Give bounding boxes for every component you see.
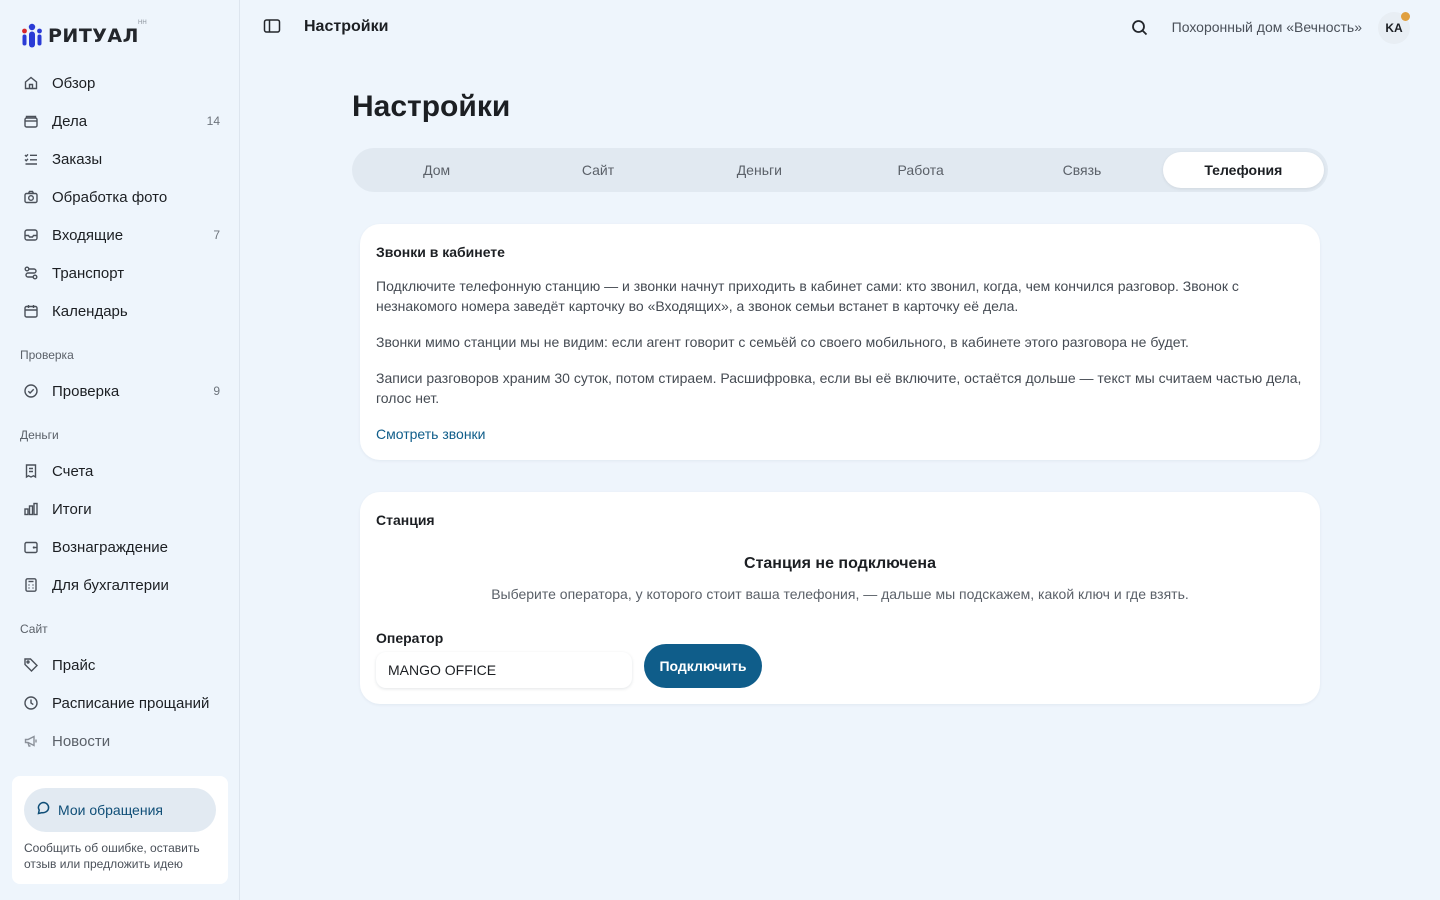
tab-telephony[interactable]: Телефония — [1162, 152, 1324, 188]
route-icon — [22, 264, 40, 282]
operator-select-value: MANGO OFFICE — [388, 662, 497, 678]
home-icon — [22, 74, 40, 92]
folder-stack-icon — [22, 112, 40, 130]
connect-button[interactable]: Подключить — [644, 644, 762, 688]
sidebar-item-farewell-schedule[interactable]: Расписание прощаний — [12, 686, 228, 720]
calls-card-paragraph-2: Звонки мимо станции мы не видим: если аг… — [376, 334, 1189, 350]
org-switcher[interactable]: Похоронный дом «Вечность» — [1172, 19, 1362, 35]
sidebar-item-calendar[interactable]: Календарь — [12, 294, 228, 328]
logo-icon — [20, 23, 44, 49]
view-calls-link[interactable]: Смотреть звонки — [376, 426, 486, 442]
sidebar-item-photo-processing[interactable]: Обработка фото — [12, 180, 228, 214]
sidebar-item-inbox[interactable]: Входящие 7 — [12, 218, 228, 252]
sidebar-item-label: Транспорт — [52, 264, 125, 282]
inbox-icon — [22, 226, 40, 244]
sidebar-item-invoices[interactable]: Счета — [12, 454, 228, 488]
bar-chart-icon — [22, 500, 40, 518]
my-requests-button[interactable]: Мои обращения — [24, 788, 216, 832]
sidebar-item-transport[interactable]: Транспорт — [12, 256, 228, 290]
operator-select[interactable]: MANGO OFFICE — [376, 652, 632, 688]
sidebar-section-money: Деньги — [20, 428, 59, 442]
checklist-icon — [22, 150, 40, 168]
sidebar-item-label: Для бухгалтерии — [52, 576, 169, 594]
megaphone-icon — [22, 732, 40, 750]
sidebar-item-label: Счета — [52, 462, 94, 480]
tab-home[interactable]: Дом — [356, 152, 517, 188]
sidebar-item-label: Дела — [52, 112, 88, 130]
tab-money[interactable]: Деньги — [679, 152, 840, 188]
sidebar-item-label: Новости — [52, 732, 111, 750]
station-status-text: Выберите оператора, у которого стоит ваш… — [491, 586, 1189, 602]
sidebar-item-count: 14 — [206, 114, 220, 128]
sidebar-item-count: 7 — [213, 228, 220, 242]
sidebar-item-count: 9 — [213, 384, 220, 398]
brand-logo[interactable]: РИТУАЛ HH — [20, 20, 147, 50]
tab-communication[interactable]: Связь — [1001, 152, 1162, 188]
help-text: Сообщить об ошибке, оставить отзыв или п… — [24, 841, 200, 871]
sidebar-item-label: Прайс — [52, 656, 96, 674]
sidebar-item-overview[interactable]: Обзор — [12, 66, 228, 100]
tab-site[interactable]: Сайт — [517, 152, 678, 188]
camera-icon — [22, 188, 40, 206]
sidebar-toggle-icon — [263, 18, 281, 39]
calls-card: Звонки в кабинете Подключите телефонную … — [360, 224, 1320, 460]
wallet-icon — [22, 538, 40, 556]
sidebar-item-label: Проверка — [52, 382, 120, 400]
sidebar-item-label: Вознаграждение — [52, 538, 168, 556]
sidebar-item-orders[interactable]: Заказы — [12, 142, 228, 176]
station-card-title: Станция — [376, 512, 435, 528]
receipt-icon — [22, 462, 40, 480]
sidebar-item-label: Обработка фото — [52, 188, 168, 206]
sidebar-item-label: Итоги — [52, 500, 92, 518]
calculator-icon — [22, 576, 40, 594]
operator-label: Оператор — [376, 630, 444, 646]
sidebar-item-label: Обзор — [52, 74, 96, 92]
tag-icon — [22, 656, 40, 674]
sidebar-item-reward[interactable]: Вознаграждение — [12, 530, 228, 564]
station-card: Станция Станция не подключена Выберите о… — [360, 492, 1320, 704]
notification-dot — [1401, 12, 1410, 21]
clock-icon — [22, 694, 40, 712]
brand-tm: HH — [138, 20, 147, 26]
sidebar-item-cases[interactable]: Дела 14 — [12, 104, 228, 138]
sidebar-item-label: Заказы — [52, 150, 103, 168]
sidebar-item-label: Расписание прощаний — [52, 694, 210, 712]
station-status-heading: Станция не подключена — [744, 555, 936, 572]
brand-name: РИТУАЛ — [48, 25, 139, 47]
sidebar-item-price[interactable]: Прайс — [12, 648, 228, 682]
sidebar: РИТУАЛ HH Обзор Дела 14 Заказы Обработка… — [0, 0, 240, 900]
settings-tabs: Дом Сайт Деньги Работа Связь Телефония — [352, 148, 1328, 192]
sidebar-item-label: Входящие — [52, 226, 124, 244]
sidebar-item-accounting[interactable]: Для бухгалтерии — [12, 568, 228, 602]
sidebar-section-check: Проверка — [20, 348, 74, 362]
my-requests-label: Мои обращения — [58, 802, 163, 818]
sidebar-item-totals[interactable]: Итоги — [12, 492, 228, 526]
chat-bubble-icon — [36, 800, 52, 821]
sidebar-section-site: Сайт — [20, 622, 48, 636]
calls-card-paragraph-3: Записи разговоров храним 30 суток, потом… — [376, 370, 1302, 406]
sidebar-item-check[interactable]: Проверка 9 — [12, 374, 228, 408]
help-box: Мои обращения Сообщить об ошибке, остави… — [12, 776, 228, 884]
calls-card-paragraph-1: Подключите телефонную станцию — и звонки… — [376, 278, 1239, 314]
sidebar-toggle-button[interactable] — [262, 18, 282, 38]
tab-work[interactable]: Работа — [840, 152, 1001, 188]
check-circle-icon — [22, 382, 40, 400]
search-icon[interactable] — [1130, 18, 1150, 38]
page-title: Настройки — [352, 90, 511, 123]
sidebar-item-label: Календарь — [52, 302, 128, 320]
calendar-icon — [22, 302, 40, 320]
calls-card-title: Звонки в кабинете — [376, 244, 505, 260]
topbar-title: Настройки — [304, 18, 389, 35]
sidebar-item-news[interactable]: Новости — [12, 724, 228, 758]
